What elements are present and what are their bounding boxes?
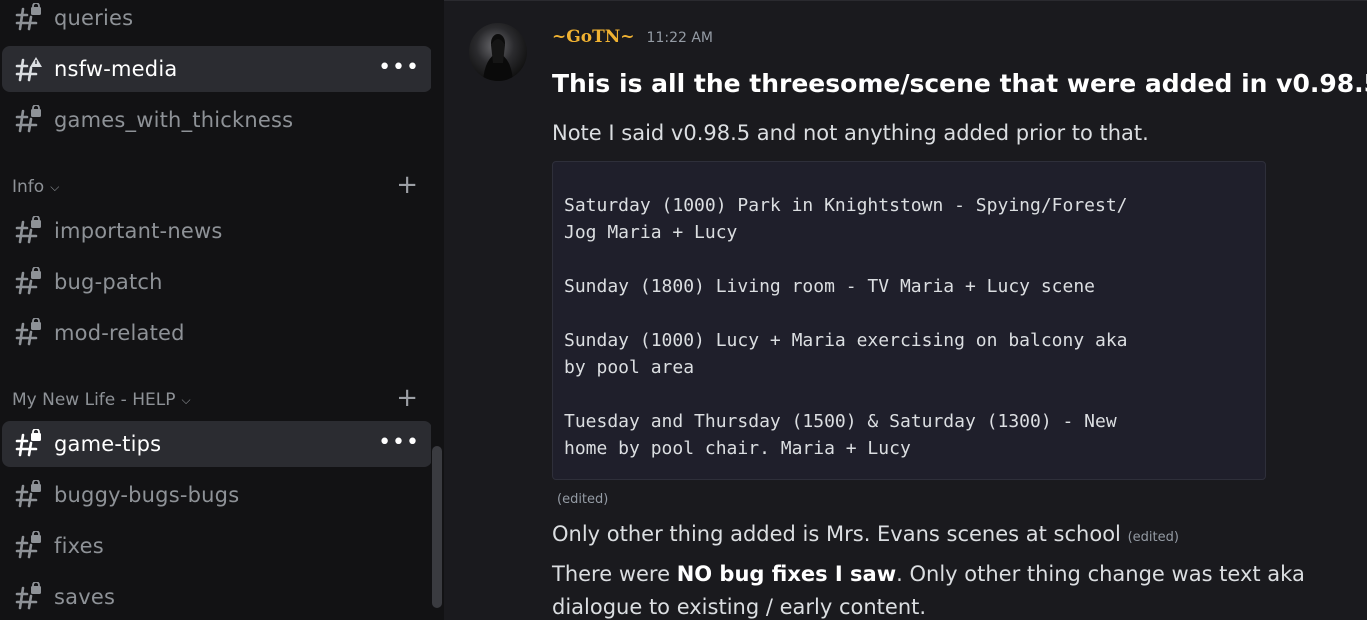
timestamp: 11:22 AM — [646, 30, 713, 46]
hash-lock-icon — [14, 317, 44, 348]
hash-lock-icon — [14, 581, 44, 612]
add-channel-icon[interactable]: + — [396, 170, 418, 200]
channel-bug-patch[interactable]: bug-patch — [2, 259, 432, 305]
code-line: Sunday (1000) Lucy + Maria exercising on… — [564, 330, 1128, 351]
channel-mod-related[interactable]: mod-related — [2, 310, 432, 356]
category-label: My New Life - HELP — [12, 390, 176, 410]
message-line-text: . Only other thing change was text aka — [896, 562, 1305, 586]
channel-label: mod-related — [54, 321, 185, 345]
category-info[interactable]: Info ⌵ + — [12, 170, 422, 202]
hash-lock-icon — [14, 104, 44, 135]
channel-fixes[interactable]: fixes — [2, 523, 432, 569]
code-line: Tuesday and Thursday (1500) & Saturday (… — [564, 411, 1117, 432]
message-heading: This is all the threesome/scene that wer… — [552, 69, 1367, 98]
username[interactable]: ~GoTN~ — [552, 27, 635, 47]
channel-label: bug-patch — [54, 270, 163, 294]
hash-lock-icon — [14, 428, 44, 459]
channel-nsfw-media[interactable]: nsfw-media ••• — [2, 46, 432, 92]
channel-important-news[interactable]: important-news — [2, 208, 432, 254]
bold-text: NO bug fixes I saw — [676, 562, 897, 586]
channel-buggy-bugs-bugs[interactable]: buggy-bugs-bugs — [2, 472, 432, 518]
code-line: by pool area — [564, 357, 695, 378]
message-line: Only other thing added is Mrs. Evans sce… — [552, 522, 1179, 546]
category-label: Info — [12, 177, 45, 197]
channel-label: nsfw-media — [54, 57, 178, 81]
message-note: Note I said v0.98.5 and not anything add… — [552, 121, 1149, 145]
hash-lock-icon — [14, 266, 44, 297]
edited-label: (edited) — [557, 492, 609, 507]
channel-label: games_with_thickness — [54, 108, 294, 132]
code-line: Saturday (1000) Park in Knightstown - Sp… — [564, 195, 1128, 216]
code-line: Sunday (1800) Living room - TV Maria + L… — [564, 276, 1096, 297]
message-line: There were NO bug fixes I saw. Only othe… — [552, 562, 1305, 586]
channel-label: game-tips — [54, 432, 162, 456]
hash-lock-icon — [14, 530, 44, 561]
channel-label: buggy-bugs-bugs — [54, 483, 240, 507]
code-line: home by pool chair. Maria + Lucy — [564, 438, 911, 459]
more-options-icon[interactable]: ••• — [378, 54, 420, 82]
channel-game-tips[interactable]: game-tips ••• — [2, 421, 432, 467]
hash-lock-icon — [14, 479, 44, 510]
edited-label: (edited) — [1127, 530, 1179, 545]
code-line: Jog Maria + Lucy — [564, 222, 738, 243]
channel-label: fixes — [54, 534, 104, 558]
message-line: dialogue to existing / early content. — [552, 595, 927, 619]
category-my-new-life-help[interactable]: My New Life - HELP ⌵ + — [12, 383, 422, 415]
message-header: ~GoTN~ 11:22 AM — [552, 27, 713, 47]
channel-label: important-news — [54, 219, 223, 243]
hash-lock-icon — [14, 2, 44, 33]
channel-saves[interactable]: saves — [2, 574, 432, 620]
channel-label: saves — [54, 585, 116, 609]
sidebar-scrollbar-thumb[interactable] — [432, 446, 442, 608]
hash-lock-icon — [14, 215, 44, 246]
hash-nsfw-icon — [14, 54, 44, 84]
chevron-down-icon: ⌵ — [50, 179, 60, 194]
channel-queries[interactable]: queries — [2, 0, 432, 41]
channel-label: queries — [54, 6, 134, 30]
message-line-text: There were — [552, 562, 677, 586]
avatar[interactable] — [469, 23, 527, 81]
chevron-down-icon: ⌵ — [181, 392, 191, 407]
channel-sidebar: queries nsfw-media ••• games_with_thickn… — [0, 0, 444, 620]
code-block: Saturday (1000) Park in Knightstown - Sp… — [552, 161, 1266, 480]
add-channel-icon[interactable]: + — [396, 383, 418, 413]
chat-area: ~GoTN~ 11:22 AM This is all the threesom… — [444, 0, 1367, 620]
channel-games-with-thickness[interactable]: games_with_thickness — [2, 97, 432, 143]
message-line-text: Only other thing added is Mrs. Evans sce… — [552, 522, 1121, 546]
more-options-icon[interactable]: ••• — [378, 429, 420, 457]
